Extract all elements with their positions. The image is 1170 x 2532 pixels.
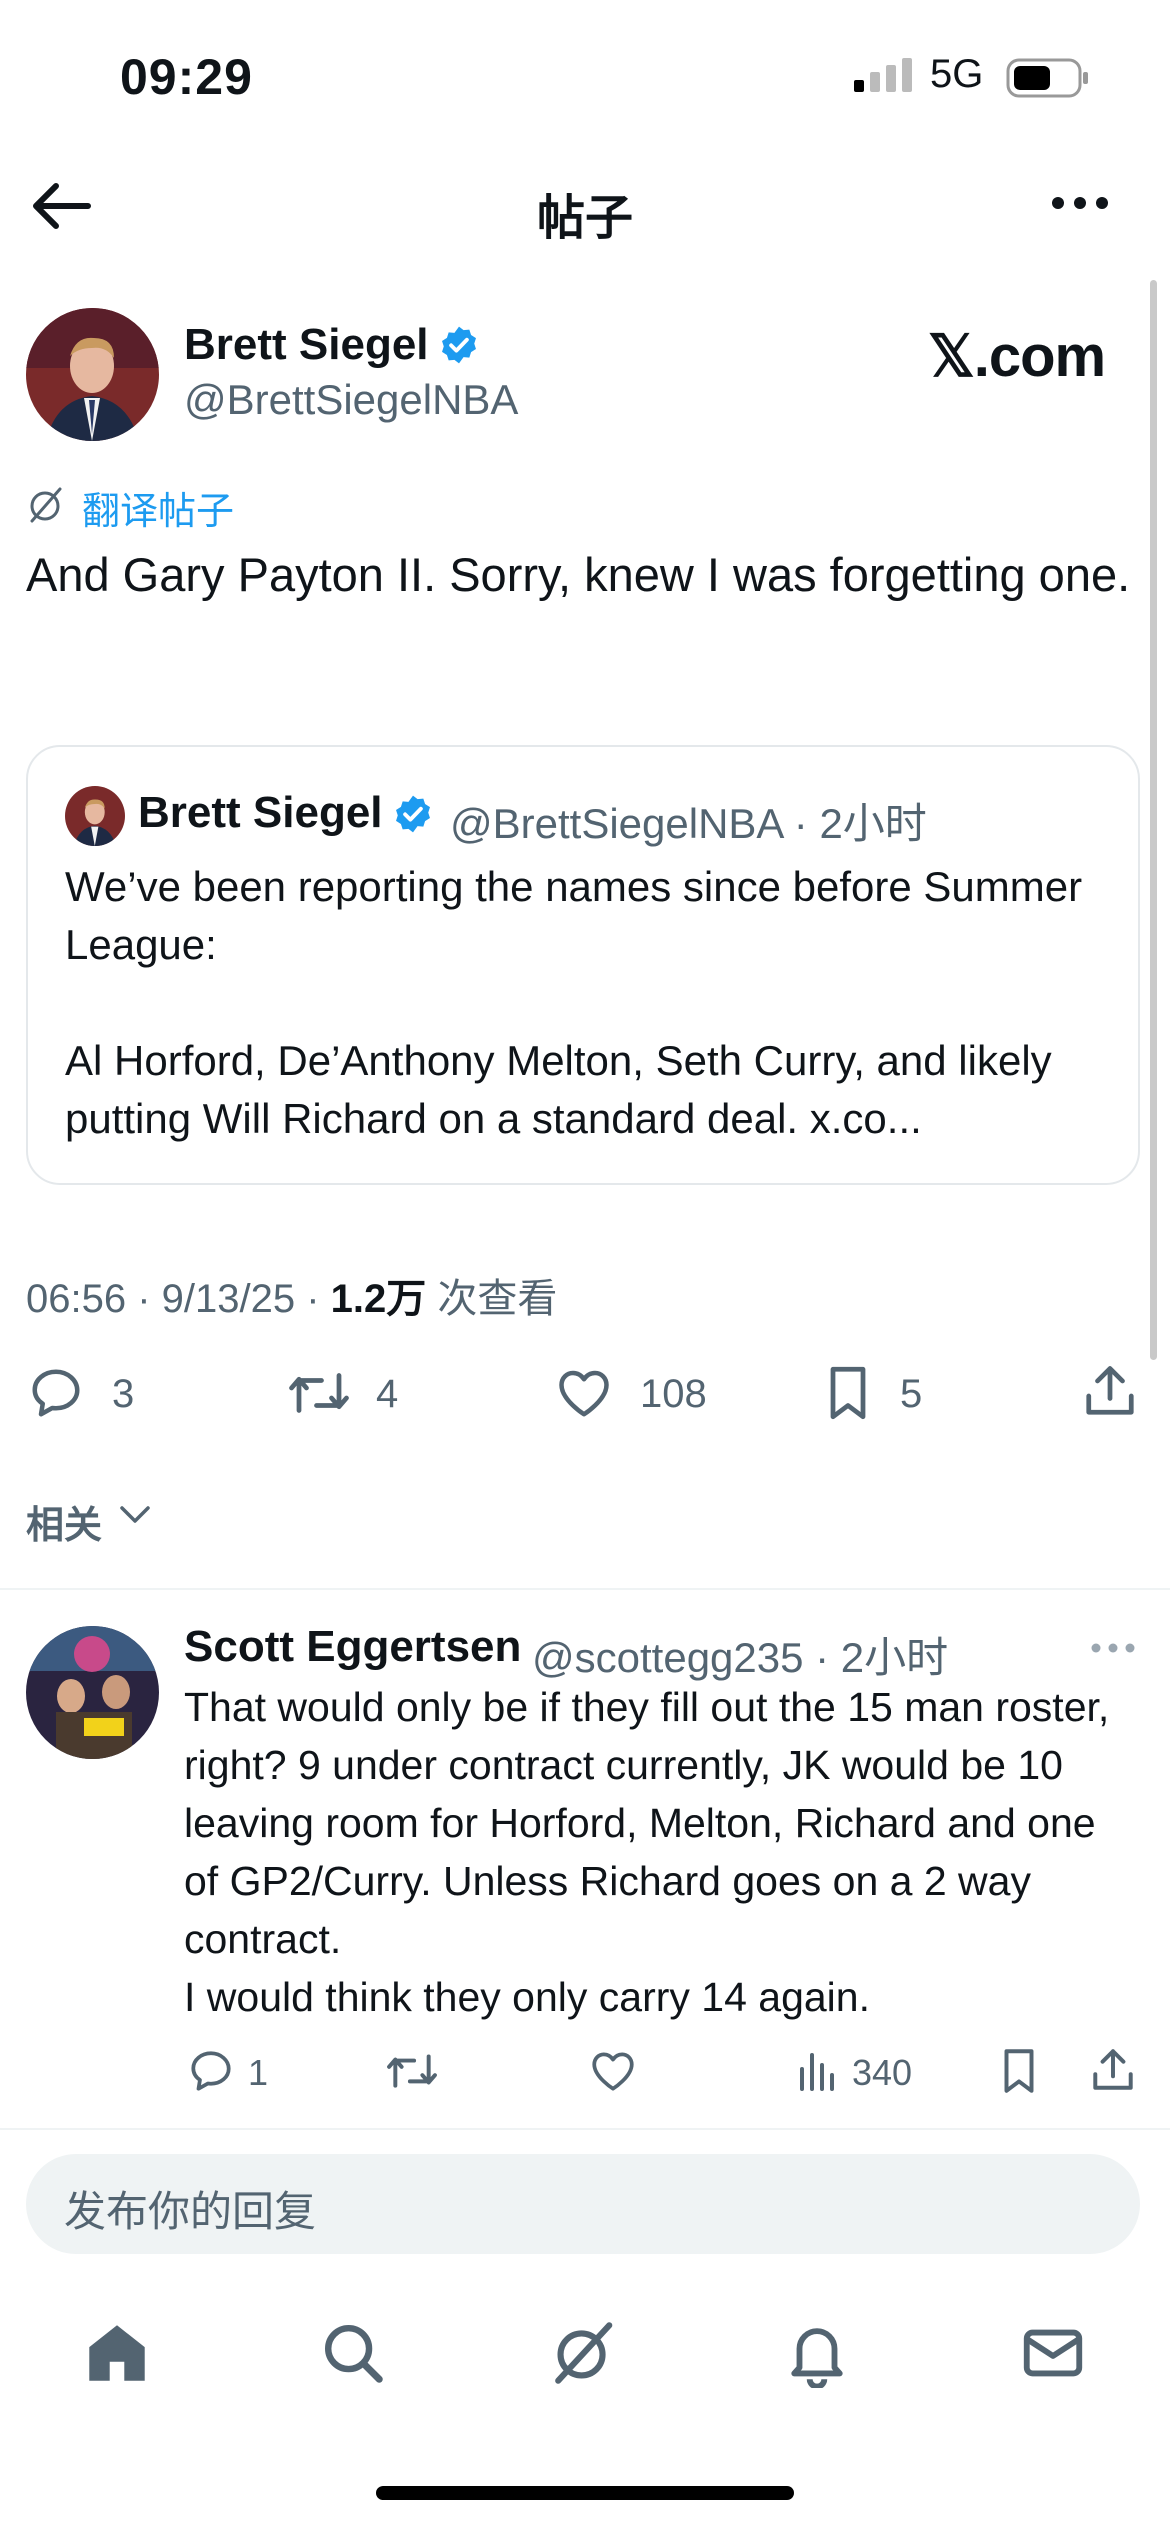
- chevron-down-icon[interactable]: [118, 1500, 152, 1528]
- reply-author-name[interactable]: Scott Eggertsen: [184, 1622, 521, 1672]
- views-count: 340: [852, 2052, 913, 2093]
- bell-icon[interactable]: [782, 2318, 852, 2388]
- more-options-icon[interactable]: [1050, 195, 1110, 211]
- author-name[interactable]: Brett Siegel: [184, 320, 429, 370]
- translate-post-link[interactable]: 翻译帖子: [82, 480, 234, 535]
- author-avatar[interactable]: [26, 308, 159, 441]
- scrollbar[interactable]: [1150, 280, 1157, 1360]
- status-time: 09:29: [120, 49, 253, 105]
- reply-text: That would only be if they fill out the …: [184, 1684, 1110, 2020]
- verified-badge-icon: [442, 326, 476, 364]
- tweet-timestamp: 06:56 · 9/13/25 ·: [26, 1277, 331, 1321]
- tweet-text: And Gary Payton II. Sorry, knew I was fo…: [26, 548, 1131, 601]
- reply-author-avatar[interactable]: [26, 1626, 159, 1759]
- like-count: 108: [640, 1372, 707, 1416]
- quoted-author-name: Brett Siegel: [138, 788, 383, 837]
- home-indicator[interactable]: [376, 2486, 794, 2500]
- quoted-author-avatar[interactable]: [65, 786, 125, 846]
- translate-icon[interactable]: [26, 485, 66, 525]
- repost-icon[interactable]: [384, 2046, 440, 2096]
- related-section-toggle[interactable]: 相关: [26, 1494, 102, 1549]
- reply-meta: @scottegg235 · 2小时: [532, 1634, 949, 1681]
- reply-icon[interactable]: [26, 1363, 86, 1423]
- tweet-meta: 06:56 · 9/13/25 · 1.2万 次查看: [26, 1266, 557, 1324]
- search-icon[interactable]: [318, 2318, 388, 2388]
- divider: [0, 1588, 1170, 1590]
- more-options-icon[interactable]: [1090, 1642, 1136, 1654]
- network-label: 5G: [930, 52, 984, 96]
- bookmark-icon[interactable]: [820, 1363, 876, 1423]
- author-handle[interactable]: @BrettSiegelNBA: [184, 376, 518, 424]
- view-count: 1.2万: [330, 1277, 427, 1321]
- quoted-tweet-text: We’ve been reporting the names since bef…: [65, 863, 1083, 1142]
- mail-icon[interactable]: [1018, 2318, 1088, 2388]
- source-logo: 𝕏.com: [928, 324, 1106, 389]
- reply-composer-placeholder[interactable]: 发布你的回复: [64, 2178, 316, 2239]
- like-icon[interactable]: [588, 2046, 638, 2096]
- home-icon[interactable]: [82, 2318, 152, 2388]
- reply-count: 3: [112, 1372, 135, 1416]
- battery-icon: [1006, 58, 1088, 98]
- bookmark-count: 5: [900, 1372, 923, 1416]
- signal-icon: [854, 58, 912, 92]
- repost-icon[interactable]: [286, 1363, 352, 1423]
- quoted-tweet-meta: @BrettSiegelNBA · 2小时: [450, 800, 927, 847]
- reply-count: 1: [248, 2052, 269, 2093]
- verified-badge-icon: [396, 795, 430, 833]
- page-title: 帖子: [536, 192, 633, 245]
- grok-icon[interactable]: [548, 2318, 618, 2388]
- share-icon[interactable]: [1088, 2044, 1138, 2096]
- views-icon[interactable]: [794, 2046, 842, 2096]
- back-arrow-icon[interactable]: [30, 180, 94, 232]
- divider: [0, 2128, 1170, 2130]
- repost-count: 4: [376, 1372, 399, 1416]
- reply-icon[interactable]: [186, 2046, 236, 2096]
- share-icon[interactable]: [1080, 1360, 1140, 1422]
- bookmark-icon[interactable]: [996, 2046, 1042, 2096]
- like-icon[interactable]: [554, 1363, 614, 1423]
- view-count-suffix: 次查看: [426, 1277, 558, 1321]
